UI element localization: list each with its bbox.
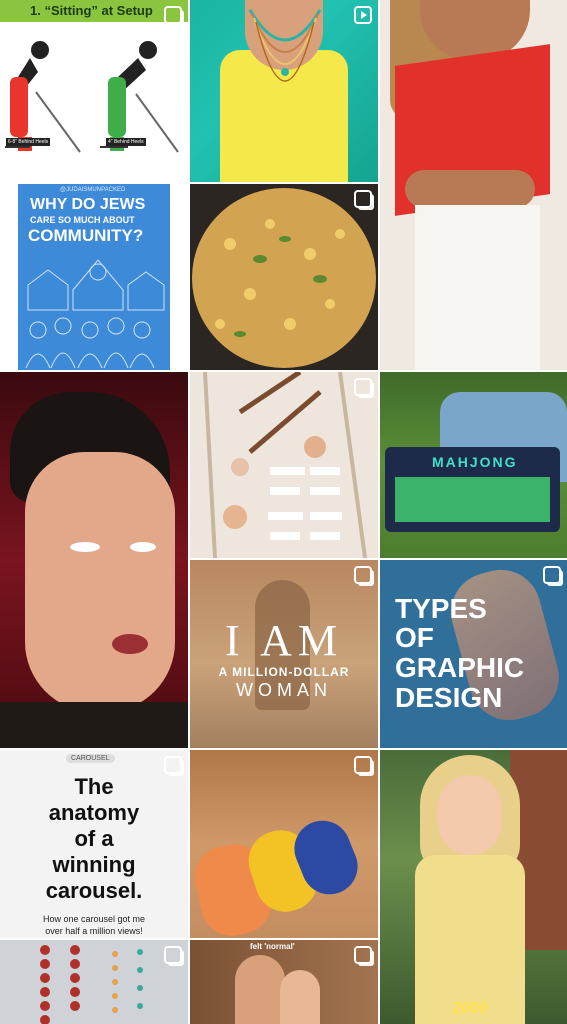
white-pants [415,205,540,370]
face [25,452,175,712]
jews-line1: WHY DO JEWS [30,196,146,213]
golf-label-right: 4" Behind Heels [106,138,146,146]
graphic-line1: TYPES [395,593,487,624]
carousel-sub1: How one carousel got me [42,914,146,924]
jews-handle: @JUDAISMUNPACKED [60,187,126,193]
caption: felt 'normal' [250,942,295,951]
carousel-icon [354,566,372,584]
pasta-pieces [215,219,345,337]
bag-window [395,477,550,522]
post-necklaces[interactable] [190,0,378,182]
golfer-illustration [5,41,179,153]
post-jews-community[interactable]: @JUDAISMUNPACKED WHY DO JEWS CARE SO MUC… [0,184,188,370]
carousel-title5: carousel. [45,878,143,903]
year-label: 2000 [452,1000,488,1017]
carousel-title2: anatomy [48,800,140,825]
community-illustration [25,259,165,369]
post-elvis[interactable] [0,372,188,748]
person-left [235,955,285,1024]
post-couple[interactable]: felt 'normal' [190,940,378,1024]
arm [405,170,535,208]
graphic-line3: GRAPHIC [395,652,525,683]
carousel-icon [543,566,561,584]
carousel-icon [354,190,372,208]
person-right [280,970,320,1024]
carousel-icon [164,756,182,774]
eye-right [130,542,156,552]
graphic-line2: OF [395,622,434,653]
jews-line3: COMMUNITY? [28,226,144,245]
post-sandals[interactable] [190,750,378,938]
million-line3: WOMAN [236,680,332,700]
carousel-icon [354,946,372,964]
post-beads[interactable] [0,940,188,1024]
carousel-tag: CAROUSEL [66,754,115,763]
shell-flatlay [203,372,367,558]
post-girl-2000[interactable]: 2000 [380,750,567,1024]
jews-line2: CARE SO MUCH ABOUT [30,215,135,225]
reel-icon [354,6,372,24]
post-shells[interactable] [190,372,378,558]
carousel-title1: The [74,774,114,799]
golf-label-left: 6-8" Behind Heels [6,138,51,146]
carousel-icon [354,378,372,396]
post-red-top[interactable] [380,0,567,370]
collar [0,702,188,748]
carousel-icon [164,6,182,24]
million-line2: A MILLION-DOLLAR [218,665,350,679]
yellow-dress [415,855,525,1024]
bag-text: MAHJONG [432,454,518,470]
graphic-line4: DESIGN [395,682,503,713]
post-graphic-design[interactable]: TYPES OF GRAPHIC DESIGN [380,560,567,748]
post-golf-setup[interactable]: 1. “Sitting” at Setup 6-8" Behind Heels … [0,0,188,182]
golf-header-text: 1. “Sitting” at Setup [30,3,153,18]
bead-strands [40,945,143,1024]
carousel-sub2: over half a million views! [45,926,143,936]
face [438,775,502,855]
carousel-title3: of a [74,826,114,851]
carousel-title4: winning [52,852,136,877]
post-pasta[interactable] [190,184,378,370]
million-line1: I AM [224,616,344,665]
post-carousel-anatomy[interactable]: CAROUSEL The anatomy of a winning carous… [0,750,188,938]
mouth [112,634,148,654]
carousel-icon [354,756,372,774]
post-mahjong[interactable]: MAHJONG [380,372,567,558]
carousel-icon [164,946,182,964]
eye-left [70,542,100,552]
post-million-dollar[interactable]: I AM A MILLION-DOLLAR WOMAN [190,560,378,748]
necklace-strands [248,9,322,82]
